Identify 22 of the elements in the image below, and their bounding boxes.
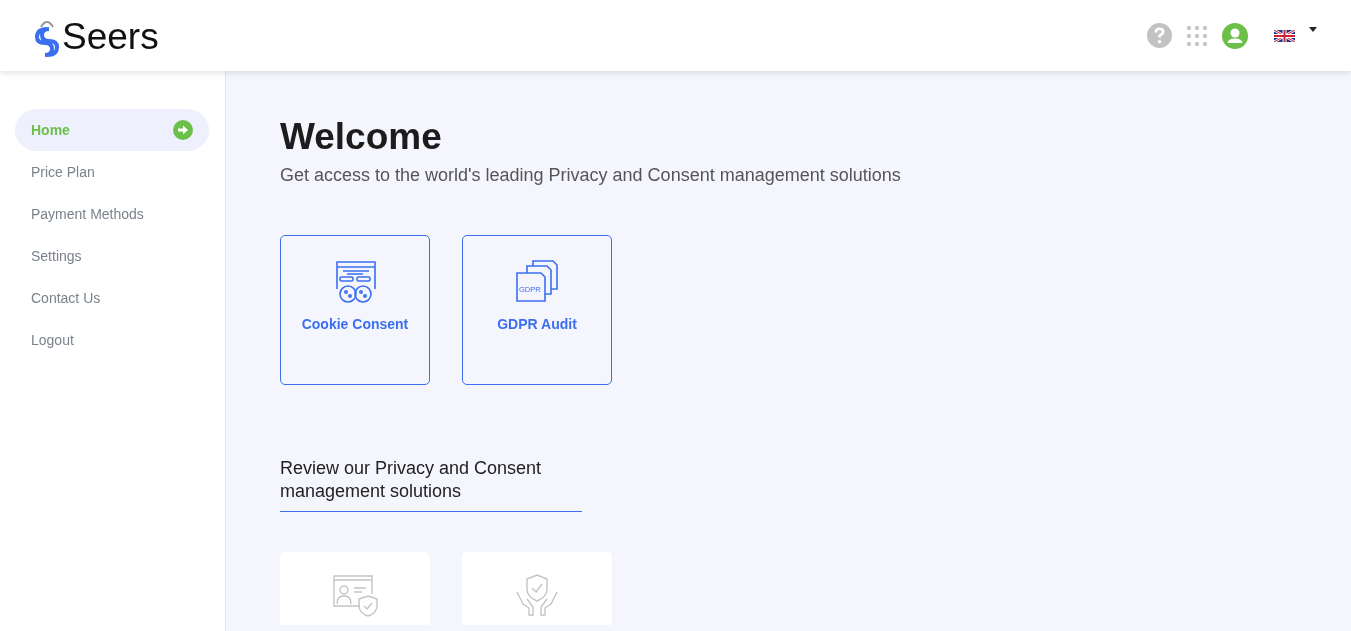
user-avatar-icon[interactable] [1222,22,1248,49]
profile-shield-icon [332,574,378,618]
solution-card[interactable] [280,552,430,625]
caret-icon [1309,26,1317,32]
section-heading: Review our Privacy and Consent management solutions [280,457,582,512]
language-selector[interactable] [1274,29,1317,42]
arrow-circle-icon [173,120,193,140]
solution-card[interactable] [462,552,612,625]
hands-shield-icon [515,574,559,616]
sidebar-item[interactable]: Logout [15,319,209,361]
logo-text: Seers [62,16,159,57]
page-subtitle: Get access to the world's leading Privacy and Consent management solutions [280,164,902,187]
sidebar-item[interactable]: Price Plan [15,151,209,193]
uk-flag-icon [1274,29,1295,42]
page-title: Welcome [280,115,443,159]
help-icon[interactable] [1147,23,1172,48]
product-card[interactable]: Cookie Consent [280,235,430,385]
sidebar-item[interactable]: Payment Methods [15,193,209,235]
apps-grid-icon[interactable] [1186,24,1208,47]
browser-cookies-icon [333,259,377,303]
sidebar-item[interactable]: Contact Us [15,277,209,319]
sidebar-item[interactable]: Settings [15,235,209,277]
